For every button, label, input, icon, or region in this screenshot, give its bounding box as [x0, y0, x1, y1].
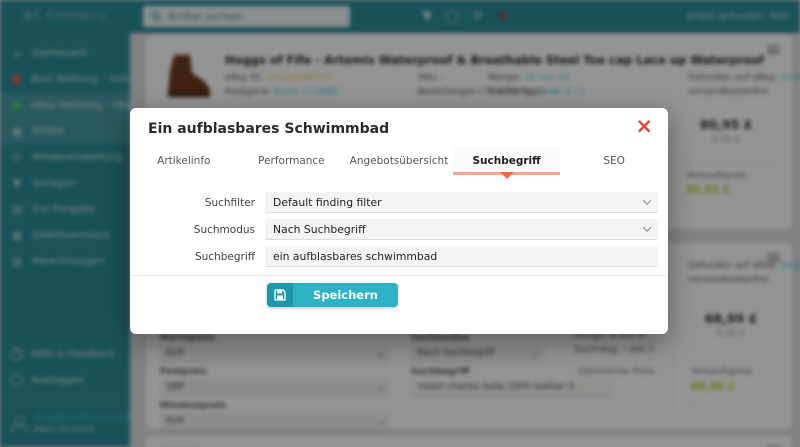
- save-disk-icon: [267, 283, 293, 307]
- tab-suchbegriff[interactable]: Suchbegriff: [453, 146, 561, 175]
- chevron-down-icon: [643, 196, 651, 204]
- chevron-down-icon: [643, 223, 651, 231]
- tab-performance[interactable]: Performance: [238, 146, 346, 175]
- suchmodus-select[interactable]: Nach Suchbegriff: [265, 219, 658, 240]
- tab-seo[interactable]: SEO: [560, 146, 668, 175]
- suchbegriff-input[interactable]: ein aufblasbares schwimmbad: [265, 246, 658, 267]
- suchmodus-value: Nach Suchbegriff: [273, 223, 366, 236]
- modal-tabs: Artikelinfo Performance Angebotsübersich…: [130, 146, 668, 175]
- searchterm-form: Suchfilter Default finding filter Suchmo…: [130, 192, 668, 267]
- edit-searchterm-modal: Ein aufblasbares Schwimmbad × Artikelinf…: [130, 108, 668, 334]
- save-button[interactable]: Speichern: [267, 283, 398, 307]
- suchbegriff-value: ein aufblasbares schwimmbad: [273, 250, 437, 263]
- save-button-label: Speichern: [293, 283, 398, 307]
- suchbegriff-label: Suchbegriff: [130, 251, 265, 263]
- tab-artikelinfo[interactable]: Artikelinfo: [130, 146, 238, 175]
- suchfilter-value: Default finding filter: [273, 196, 382, 209]
- modal-title: Ein aufblasbares Schwimmbad: [148, 121, 650, 137]
- suchfilter-select[interactable]: Default finding filter: [265, 192, 658, 213]
- app-window: BC Clothers ⌂ Dashboard Best Nethong - O…: [0, 0, 800, 447]
- close-icon[interactable]: ×: [635, 116, 653, 137]
- suchfilter-label: Suchfilter: [130, 197, 265, 209]
- suchmodus-label: Suchmodus: [130, 224, 265, 236]
- tab-angebotsuebersicht[interactable]: Angebotsübersicht: [345, 146, 453, 175]
